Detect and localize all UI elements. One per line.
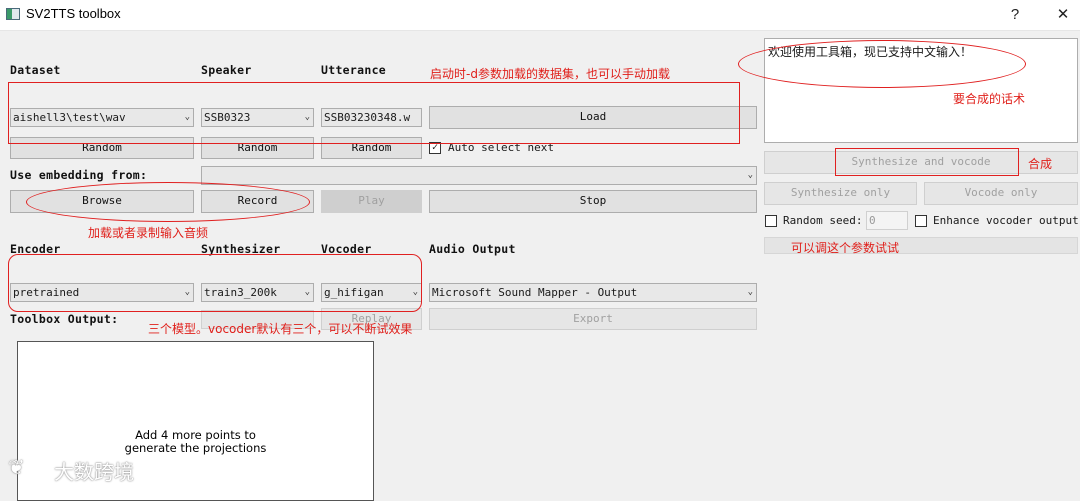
watermark-logo-icon: ❦ — [8, 455, 25, 479]
stop-button[interactable]: Stop — [429, 190, 757, 213]
watermark-text: 大数跨境 — [54, 460, 134, 484]
toolbox-output-label: Toolbox Output: — [10, 312, 119, 326]
enhance-vocoder-label: Enhance vocoder output — [933, 214, 1079, 227]
synthesize-only-button[interactable]: Synthesize only — [764, 182, 917, 205]
chevron-down-icon: ⌄ — [747, 170, 753, 180]
random-seed-input[interactable]: 0 — [866, 211, 908, 230]
annotation-text-ellipse — [738, 40, 1026, 88]
speaker-label: Speaker — [201, 63, 252, 77]
utterance-label: Utterance — [321, 63, 387, 77]
chevron-down-icon: ⌄ — [747, 287, 753, 297]
enhance-vocoder-checkbox[interactable] — [915, 215, 927, 227]
play-button[interactable]: Play — [321, 190, 422, 213]
annotation-browse-note: 加载或者录制输入音频 — [88, 226, 209, 240]
annotation-model-note: 三个模型。vocoder默认有三个，可以不断试效果 — [148, 322, 413, 336]
vocode-only-button[interactable]: Vocode only — [924, 182, 1078, 205]
audio-output-select[interactable]: Microsoft Sound Mapper - Output ⌄ — [429, 283, 757, 302]
random-seed-checkbox[interactable] — [765, 215, 777, 227]
annotation-text-note: 要合成的话术 — [953, 92, 1026, 106]
plot-message: Add 4 more points to generate the projec… — [17, 429, 374, 455]
annotation-model-box — [8, 254, 422, 312]
close-button[interactable]: ✕ — [1048, 4, 1078, 26]
title-bar — [0, 0, 1080, 31]
help-button[interactable]: ? — [1000, 4, 1030, 26]
random-seed-label: Random seed: — [783, 214, 863, 227]
export-button[interactable]: Export — [429, 308, 757, 330]
dataset-label: Dataset — [10, 63, 61, 77]
app-icon — [6, 8, 20, 20]
embedding-select[interactable]: ⌄ — [201, 166, 757, 185]
use-embedding-label: Use embedding from: — [10, 168, 148, 182]
annotation-seed-note: 可以调这个参数试试 — [791, 241, 900, 255]
window-title: SV2TTS toolbox — [26, 6, 121, 21]
audio-output-label: Audio Output — [429, 242, 516, 256]
annotation-synth-note: 合成 — [1028, 157, 1053, 171]
annotation-browse-ellipse — [26, 182, 310, 222]
plot-message-line-2: generate the projections — [124, 441, 267, 455]
annotation-load-box — [8, 82, 740, 144]
annotation-load-note: 启动时-d参数加载的数据集，也可以手动加载 — [430, 67, 670, 81]
audio-output-select-value: Microsoft Sound Mapper - Output — [432, 286, 638, 299]
annotation-synth-box — [835, 148, 1019, 176]
